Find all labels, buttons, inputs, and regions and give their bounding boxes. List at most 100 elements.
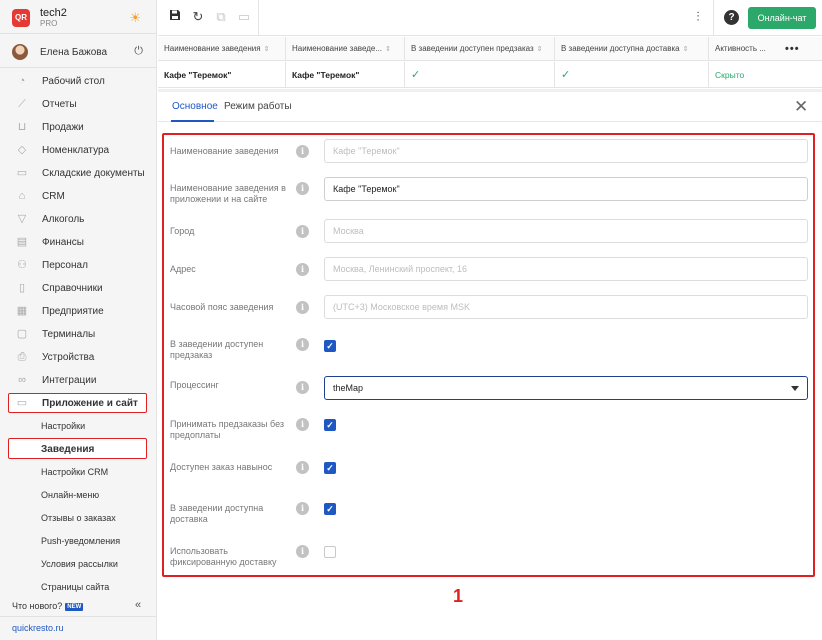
sidebar-item-dashboard[interactable]: ◔ Рабочий стол xyxy=(0,71,157,93)
processing-select[interactable]: theMap xyxy=(324,376,808,400)
info-icon[interactable]: i xyxy=(296,545,309,558)
subnav-item-venues[interactable]: Заведения xyxy=(8,438,147,459)
site-link[interactable]: quickresto.ru xyxy=(12,623,64,633)
sidebar-item-nomenclature[interactable]: ◇ Номенклатура xyxy=(0,140,157,162)
dashboard-icon: ◔ xyxy=(18,75,26,87)
directory-icon: ▯ xyxy=(18,282,26,294)
check-icon: ✓ xyxy=(561,69,571,81)
user-profile[interactable]: Елена Бажова ⏻ xyxy=(12,43,147,61)
sidebar-item-label: Персонал xyxy=(42,260,88,271)
online-chat-button[interactable]: Онлайн-чат xyxy=(748,7,816,29)
column-header[interactable]: Активность ... xyxy=(709,37,822,60)
subnav-item-online-menu[interactable]: Онлайн-меню xyxy=(0,484,157,506)
fixed-delivery-checkbox[interactable] xyxy=(324,546,336,558)
takeaway-checkbox[interactable]: ✓ xyxy=(324,462,336,474)
sales-icon: ⊔ xyxy=(17,121,27,133)
info-icon[interactable]: i xyxy=(296,461,309,474)
sidebar-item-sales[interactable]: ⊔ Продажи xyxy=(0,117,157,139)
copy-icon[interactable]: ⧉ xyxy=(213,9,229,25)
column-header[interactable]: В заведении доступна доставка ⇕ xyxy=(555,37,709,60)
sidebar-item-alcohol[interactable]: ▽ Алкоголь xyxy=(0,209,157,231)
tab-schedule[interactable]: Режим работы xyxy=(224,101,292,112)
divider xyxy=(0,33,157,34)
sidebar-item-warehouse[interactable]: ▭ Складские документы xyxy=(0,163,157,185)
column-header[interactable]: Наименование заведе... ⇕ xyxy=(286,37,405,60)
sort-icon: ⇕ xyxy=(536,46,543,53)
close-icon[interactable]: ✕ xyxy=(794,97,808,117)
field-label-timezone: Часовой пояс заведения xyxy=(170,302,274,312)
cell-preorder: ✓ xyxy=(405,62,555,87)
field-label-app-name: Наименование заведения в приложении и на… xyxy=(170,183,286,204)
active-tab-indicator xyxy=(171,120,214,122)
table-row[interactable]: Кафе "Теремок" Кафе "Теремок" ✓ ✓ Скрыто xyxy=(158,62,822,88)
info-icon[interactable]: i xyxy=(296,225,309,238)
collapse-sidebar-icon[interactable]: « xyxy=(135,599,141,611)
whats-new-link[interactable]: Что нового? NEW xyxy=(12,601,84,611)
sidebar-item-devices[interactable]: ⎙ Устройства xyxy=(0,347,157,369)
sidebar-item-directory[interactable]: ▯ Справочники xyxy=(0,278,157,300)
delivery-checkbox[interactable]: ✓ xyxy=(324,503,336,515)
subnav-item-mailing[interactable]: Условия рассылки xyxy=(0,553,157,575)
sort-icon: ⇕ xyxy=(682,46,689,53)
sidebar-item-label: Номенклатура xyxy=(42,145,110,156)
filter-settings-icon[interactable]: ⫶ xyxy=(690,9,706,25)
processing-select-value: theMap xyxy=(333,383,364,393)
info-icon[interactable]: i xyxy=(296,182,309,195)
nomenclature-icon: ◇ xyxy=(17,144,27,156)
more-icon[interactable]: ••• xyxy=(785,37,800,61)
sidebar-item-app-site[interactable]: ▭ Приложение и сайт xyxy=(8,393,147,413)
field-label-preorder: В заведении доступен предзаказ xyxy=(170,339,264,360)
archive-icon[interactable]: ▭ xyxy=(236,9,252,25)
logout-icon[interactable]: ⏻ xyxy=(134,45,143,58)
help-icon[interactable]: ? xyxy=(724,10,739,25)
info-icon[interactable]: i xyxy=(296,301,309,314)
info-icon[interactable]: i xyxy=(296,338,309,351)
avatar xyxy=(12,44,28,60)
info-icon[interactable]: i xyxy=(296,418,309,431)
app-name-input[interactable]: Кафе "Теремок" xyxy=(324,177,808,201)
address-input[interactable]: Москва, Ленинский проспект, 16 xyxy=(324,257,808,281)
theme-toggle-icon[interactable]: ☀ xyxy=(129,10,141,26)
sidebar-item-label: Алкоголь xyxy=(42,214,85,225)
venue-name-input[interactable]: Кафе "Теремок" xyxy=(324,139,808,163)
preorder-checkbox[interactable]: ✓ xyxy=(324,340,336,352)
detail-tabs: Основное Режим работы ✕ xyxy=(158,92,822,122)
field-label-takeaway: Доступен заказ навынос xyxy=(170,462,273,472)
toolbar-divider xyxy=(713,0,714,36)
status-badge: Скрыто xyxy=(715,70,745,80)
sidebar-item-label: CRM xyxy=(42,191,65,202)
subnav-item-reviews[interactable]: Отзывы о заказах xyxy=(0,507,157,529)
no-prepay-checkbox[interactable]: ✓ xyxy=(324,419,336,431)
subnav-item-site-pages[interactable]: Страницы сайта xyxy=(0,576,157,598)
sidebar-item-enterprise[interactable]: ▦ Предприятие xyxy=(0,301,157,323)
finance-icon: ▤ xyxy=(16,236,28,248)
sidebar-item-label: Рабочий стол xyxy=(42,76,105,87)
field-label-no-prepay: Принимать предзаказы без предоплаты xyxy=(170,419,284,440)
subnav-item-crm-settings[interactable]: Настройки CRM xyxy=(0,461,157,483)
column-header[interactable]: Наименование заведения ⇕ xyxy=(158,37,286,60)
subnav-item-push[interactable]: Push-уведомления xyxy=(0,530,157,552)
info-icon[interactable]: i xyxy=(296,381,309,394)
save-icon[interactable] xyxy=(167,9,183,25)
subnav-item-label: Отзывы о заказах xyxy=(41,513,116,523)
tab-main[interactable]: Основное xyxy=(172,101,218,112)
city-input[interactable]: Москва xyxy=(324,219,808,243)
timezone-input[interactable]: (UTC+3) Московское время MSK xyxy=(324,295,808,319)
brand-logo: QR xyxy=(12,9,30,27)
subnav-item-label: Настройки xyxy=(41,421,86,431)
sidebar-item-staff[interactable]: ⚇ Персонал xyxy=(0,255,157,277)
refresh-icon[interactable]: ↻ xyxy=(190,9,206,25)
sidebar-item-terminals[interactable]: ▢ Терминалы xyxy=(0,324,157,346)
info-icon[interactable]: i xyxy=(296,263,309,276)
sidebar-item-crm[interactable]: ⌂ CRM xyxy=(0,186,157,208)
column-header-label: В заведении доступна доставка xyxy=(561,44,680,53)
brand[interactable]: QR tech2 PRO ☀ xyxy=(12,7,147,29)
info-icon[interactable]: i xyxy=(296,145,309,158)
subnav-item-settings[interactable]: Настройки xyxy=(0,415,157,437)
sidebar-item-reports[interactable]: ⟋ Отчеты xyxy=(0,94,157,116)
column-header[interactable]: В заведении доступен предзаказ ⇕ xyxy=(405,37,555,60)
sidebar-item-finance[interactable]: ▤ Финансы xyxy=(0,232,157,254)
info-icon[interactable]: i xyxy=(296,502,309,515)
sidebar-item-integrations[interactable]: ∞ Интеграции xyxy=(0,370,157,392)
annotation-number: 1 xyxy=(453,586,464,606)
